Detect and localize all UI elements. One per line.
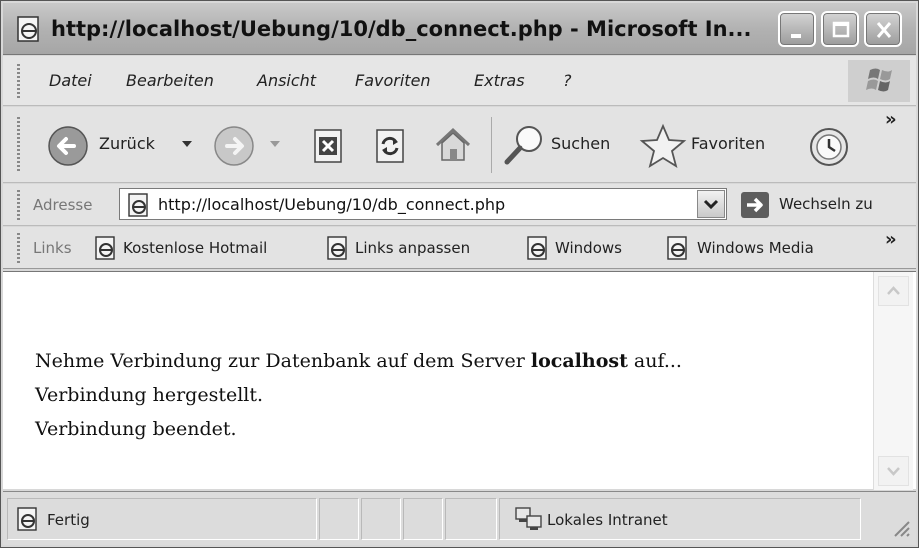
address-url: http://localhost/Uebung/10/db_connect.ph… [158,195,506,214]
status-segment [361,498,401,540]
links-overflow-chevron[interactable]: » [885,229,897,251]
chevron-up-icon [887,286,900,295]
menu-bar-grip[interactable] [17,64,20,98]
maximize-icon [832,21,850,38]
scroll-down-button[interactable] [878,456,909,486]
link-links-anpassen[interactable]: Links anpassen [355,237,470,259]
ie-page-icon [17,16,39,42]
standard-toolbar: Zurück Suchen Favoriten » [3,107,916,183]
refresh-icon[interactable] [371,127,409,165]
menu-ansicht[interactable]: Ansicht [257,70,316,92]
back-dropdown-icon[interactable] [181,139,193,149]
chevron-down-icon [703,199,719,210]
status-segment [319,498,359,540]
stop-icon[interactable] [309,127,347,165]
forward-arrow-icon[interactable] [213,125,255,167]
address-bar-grip[interactable] [17,190,20,220]
favorites-button[interactable]: Favoriten [691,133,765,155]
chevron-down-icon [887,467,900,476]
go-arrow-icon[interactable] [739,190,771,220]
status-line-connected: Verbindung hergestellt. [35,384,264,406]
link-windows-media[interactable]: Windows Media [697,237,814,259]
menu-datei[interactable]: Datei [49,70,92,92]
ie-page-icon [95,236,115,260]
ie-page-icon [667,236,687,260]
connecting-ellipsis: auf... [627,350,682,372]
title-bar[interactable]: http://localhost/Uebung/10/db_connect.ph… [3,3,916,55]
links-label: Links [33,239,72,257]
close-button[interactable] [864,11,902,47]
minimize-button[interactable] [778,11,816,47]
browser-window: http://localhost/Uebung/10/db_connect.ph… [0,0,919,548]
address-dropdown-button[interactable] [697,190,725,218]
page-content: Nehme Verbindung zur Datenbank auf dem S… [3,271,916,490]
menu-bar: Datei Bearbeiten Ansicht Favoriten Extra… [3,56,916,106]
windows-flag-icon [866,68,892,92]
status-line-connecting: Nehme Verbindung zur Datenbank auf dem S… [35,348,682,374]
windows-logo [848,60,910,102]
menu-favoriten[interactable]: Favoriten [355,70,431,92]
close-icon [876,22,892,38]
toolbar-grip[interactable] [17,117,20,173]
back-arrow-icon[interactable] [47,125,89,167]
status-bar: Fertig Lokales Intranet [3,491,916,545]
intranet-zone-icon [515,507,542,530]
ie-page-icon [527,236,547,260]
address-bar: Adresse http://localhost/Uebung/10/db_co… [3,184,916,226]
minimize-icon [791,34,801,38]
menu-extras[interactable]: Extras [474,70,525,92]
link-windows[interactable]: Windows [555,237,622,259]
ie-page-icon [327,236,347,260]
status-text: Fertig [47,511,90,529]
link-kostenlose-hotmail[interactable]: Kostenlose Hotmail [123,237,267,259]
status-segment [403,498,443,540]
menu-help[interactable]: ? [563,70,572,92]
back-button[interactable]: Zurück [99,133,155,155]
toolbar-separator [491,117,492,173]
security-zone-label: Lokales Intranet [547,511,668,529]
status-line-closed: Verbindung beendet. [35,418,237,440]
search-button[interactable]: Suchen [551,133,610,155]
toolbar-overflow-chevron[interactable]: » [885,109,897,131]
links-bar: Links Kostenlose Hotmail Links anpassen … [3,227,916,269]
address-label: Adresse [33,196,93,214]
links-bar-grip[interactable] [17,233,20,263]
home-icon[interactable] [431,123,475,167]
search-icon[interactable] [501,121,547,167]
vertical-scrollbar[interactable] [873,272,913,490]
status-segment [445,498,497,540]
scroll-up-button[interactable] [878,276,909,306]
resize-grip-icon[interactable] [889,516,913,540]
server-name: localhost [530,350,628,372]
address-input[interactable]: http://localhost/Uebung/10/db_connect.ph… [119,188,727,220]
menu-bearbeiten[interactable]: Bearbeiten [126,70,214,92]
connecting-text: Nehme Verbindung zur Datenbank auf dem S… [35,350,531,372]
go-button[interactable]: Wechseln zu [779,193,873,215]
forward-dropdown-icon[interactable] [269,139,281,149]
maximize-button[interactable] [821,11,859,47]
ie-page-icon [128,193,148,217]
favorites-star-icon[interactable] [639,123,687,169]
ie-page-icon [17,507,37,531]
window-title: http://localhost/Uebung/10/db_connect.ph… [51,17,752,41]
history-icon[interactable] [807,125,851,169]
